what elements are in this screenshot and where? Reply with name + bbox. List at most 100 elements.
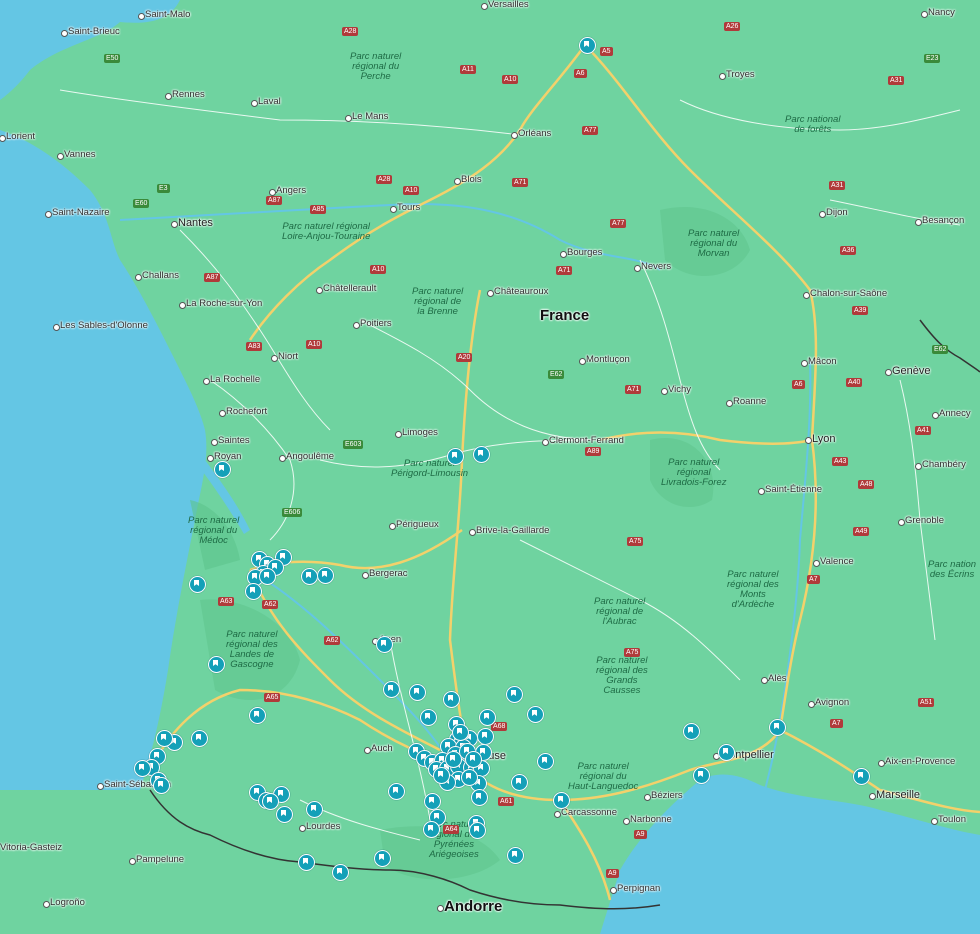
bookmark-pin-icon[interactable]	[853, 768, 870, 785]
city-label[interactable]: Le Mans	[352, 112, 388, 122]
city-label[interactable]: Alès	[768, 674, 786, 684]
city-label[interactable]: Laval	[258, 97, 281, 107]
bookmark-pin-icon[interactable]	[477, 728, 494, 745]
bookmark-pin-icon[interactable]	[317, 567, 334, 584]
bookmark-pin-icon[interactable]	[301, 568, 318, 585]
city-label[interactable]: Béziers	[651, 791, 683, 801]
park-label[interactable]: Parc naturel régional des Monts d'Ardèch…	[727, 570, 779, 610]
bookmark-pin-icon[interactable]	[153, 777, 170, 794]
city-label[interactable]: Nevers	[641, 262, 671, 272]
city-label[interactable]: Dijon	[826, 208, 848, 218]
bookmark-pin-icon[interactable]	[511, 774, 528, 791]
bookmark-pin-icon[interactable]	[433, 767, 450, 784]
bookmark-pin-icon[interactable]	[423, 821, 440, 838]
bookmark-pin-icon[interactable]	[388, 783, 405, 800]
bookmark-pin-icon[interactable]	[473, 446, 490, 463]
city-label[interactable]: Roanne	[733, 397, 766, 407]
bookmark-pin-icon[interactable]	[579, 37, 596, 54]
city-label[interactable]: Versailles	[488, 0, 529, 10]
city-label[interactable]: Angoulême	[286, 452, 334, 462]
city-label[interactable]: Lorient	[6, 132, 35, 142]
city-label[interactable]: Bourges	[567, 248, 602, 258]
city-label[interactable]: Rennes	[172, 90, 205, 100]
city-label[interactable]: Andorre	[444, 899, 502, 914]
city-label[interactable]: Aix-en-Provence	[885, 757, 955, 767]
park-label[interactable]: Parc naturel régional des Landes de Gasc…	[226, 630, 278, 670]
bookmark-pin-icon[interactable]	[693, 767, 710, 784]
bookmark-pin-icon[interactable]	[208, 656, 225, 673]
bookmark-pin-icon[interactable]	[191, 730, 208, 747]
bookmark-pin-icon[interactable]	[134, 760, 151, 777]
city-label[interactable]: Narbonne	[630, 815, 672, 825]
bookmark-pin-icon[interactable]	[718, 744, 735, 761]
city-label[interactable]: La Roche-sur-Yon	[186, 299, 262, 309]
bookmark-pin-icon[interactable]	[245, 583, 262, 600]
bookmark-pin-icon[interactable]	[376, 636, 393, 653]
city-label[interactable]: Chambéry	[922, 460, 966, 470]
bookmark-pin-icon[interactable]	[506, 686, 523, 703]
city-label[interactable]: Clermont-Ferrand	[549, 436, 624, 446]
city-label[interactable]: Toulon	[938, 815, 966, 825]
park-label[interactable]: Parc national de forêts	[785, 115, 840, 135]
bookmark-pin-icon[interactable]	[156, 730, 173, 747]
city-label[interactable]: Carcassonne	[561, 808, 617, 818]
city-label[interactable]: Lourdes	[306, 822, 340, 832]
bookmark-pin-icon[interactable]	[553, 792, 570, 809]
city-label[interactable]: Troyes	[726, 70, 755, 80]
city-label[interactable]: Royan	[214, 452, 241, 462]
city-label[interactable]: Challans	[142, 271, 179, 281]
city-label[interactable]: Besançon	[922, 216, 964, 226]
bookmark-pin-icon[interactable]	[461, 769, 478, 786]
bookmark-pin-icon[interactable]	[452, 724, 469, 741]
city-label[interactable]: Logroño	[50, 898, 85, 908]
park-label[interactable]: Parc naturel régional du Médoc	[188, 516, 239, 546]
city-label[interactable]: Nantes	[178, 218, 213, 229]
country-label[interactable]: France	[540, 308, 589, 323]
city-label[interactable]: Vannes	[64, 150, 96, 160]
city-label[interactable]: Châtellerault	[323, 284, 376, 294]
bookmark-pin-icon[interactable]	[769, 719, 786, 736]
bookmark-pin-icon[interactable]	[537, 753, 554, 770]
bookmark-pin-icon[interactable]	[507, 847, 524, 864]
city-label[interactable]: Tours	[397, 203, 420, 213]
city-label[interactable]: Pampelune	[136, 855, 184, 865]
bookmark-pin-icon[interactable]	[214, 461, 231, 478]
bookmark-pin-icon[interactable]	[298, 854, 315, 871]
city-label[interactable]: La Rochelle	[210, 375, 260, 385]
bookmark-pin-icon[interactable]	[443, 691, 460, 708]
city-label[interactable]: Périgueux	[396, 520, 439, 530]
bookmark-pin-icon[interactable]	[445, 751, 462, 768]
city-label[interactable]: Vichy	[668, 385, 691, 395]
map-canvas[interactable]: Versailles Nancy Saint-Malo Saint-Brieuc Ren…	[0, 0, 980, 934]
city-label[interactable]: Marseille	[876, 790, 920, 801]
city-label[interactable]: Mâcon	[808, 357, 837, 367]
park-label[interactable]: Parc naturel régional de la Brenne	[412, 287, 463, 317]
bookmark-pin-icon[interactable]	[409, 684, 426, 701]
bookmark-pin-icon[interactable]	[306, 801, 323, 818]
bookmark-pin-icon[interactable]	[259, 568, 276, 585]
bookmark-pin-icon[interactable]	[262, 793, 279, 810]
park-label[interactable]: Parc naturel régional du Perche	[350, 52, 401, 82]
city-label[interactable]: Avignon	[815, 698, 849, 708]
city-label[interactable]: Brive-la-Gaillarde	[476, 526, 549, 536]
city-label[interactable]: Poitiers	[360, 319, 392, 329]
city-label[interactable]: Grenoble	[905, 516, 944, 526]
city-label[interactable]: Nancy	[928, 8, 955, 18]
city-label[interactable]: Saint-Nazaire	[52, 208, 110, 218]
city-label[interactable]: Vitoria-Gasteiz	[0, 843, 62, 853]
bookmark-pin-icon[interactable]	[249, 707, 266, 724]
bookmark-pin-icon[interactable]	[383, 681, 400, 698]
park-label[interactable]: Parc nation des Écrins	[928, 560, 976, 580]
park-label[interactable]: Parc naturel régional du Haut-Languedoc	[568, 762, 638, 792]
city-label[interactable]: Angers	[276, 186, 306, 196]
city-label[interactable]: Perpignan	[617, 884, 660, 894]
park-label[interactable]: Parc naturel régional Livradois-Forez	[661, 458, 726, 488]
park-label[interactable]: Parc naturel régional Loire-Anjou-Tourai…	[282, 222, 370, 242]
city-label[interactable]: Niort	[278, 352, 298, 362]
bookmark-pin-icon[interactable]	[683, 723, 700, 740]
park-label[interactable]: Parc naturel régional de l'Aubrac	[594, 597, 645, 627]
city-label[interactable]: Auch	[371, 744, 393, 754]
bookmark-pin-icon[interactable]	[447, 448, 464, 465]
park-label[interactable]: Parc naturel régional des Grands Causses	[596, 656, 648, 696]
city-label[interactable]: Chalon-sur-Saône	[810, 289, 887, 299]
